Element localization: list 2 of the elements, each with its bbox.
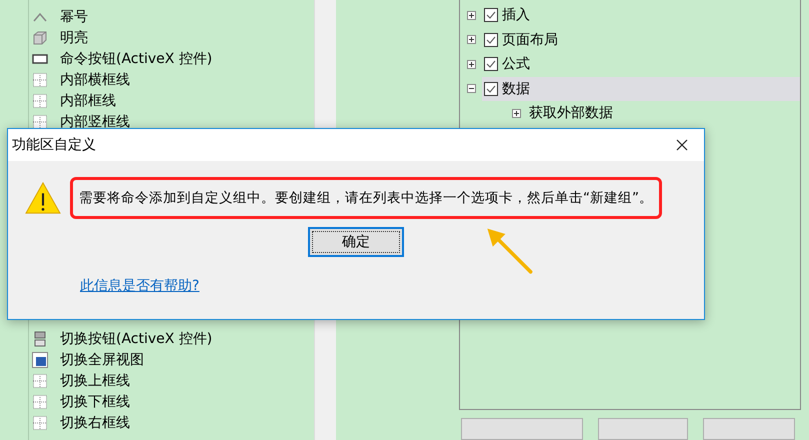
dialog-message: 需要将命令添加到自定义组中。要创建组，请在列表中选择一个选项卡，然后单击“新建组”。: [79, 190, 653, 206]
dialog-title: 功能区自定义: [12, 136, 96, 154]
